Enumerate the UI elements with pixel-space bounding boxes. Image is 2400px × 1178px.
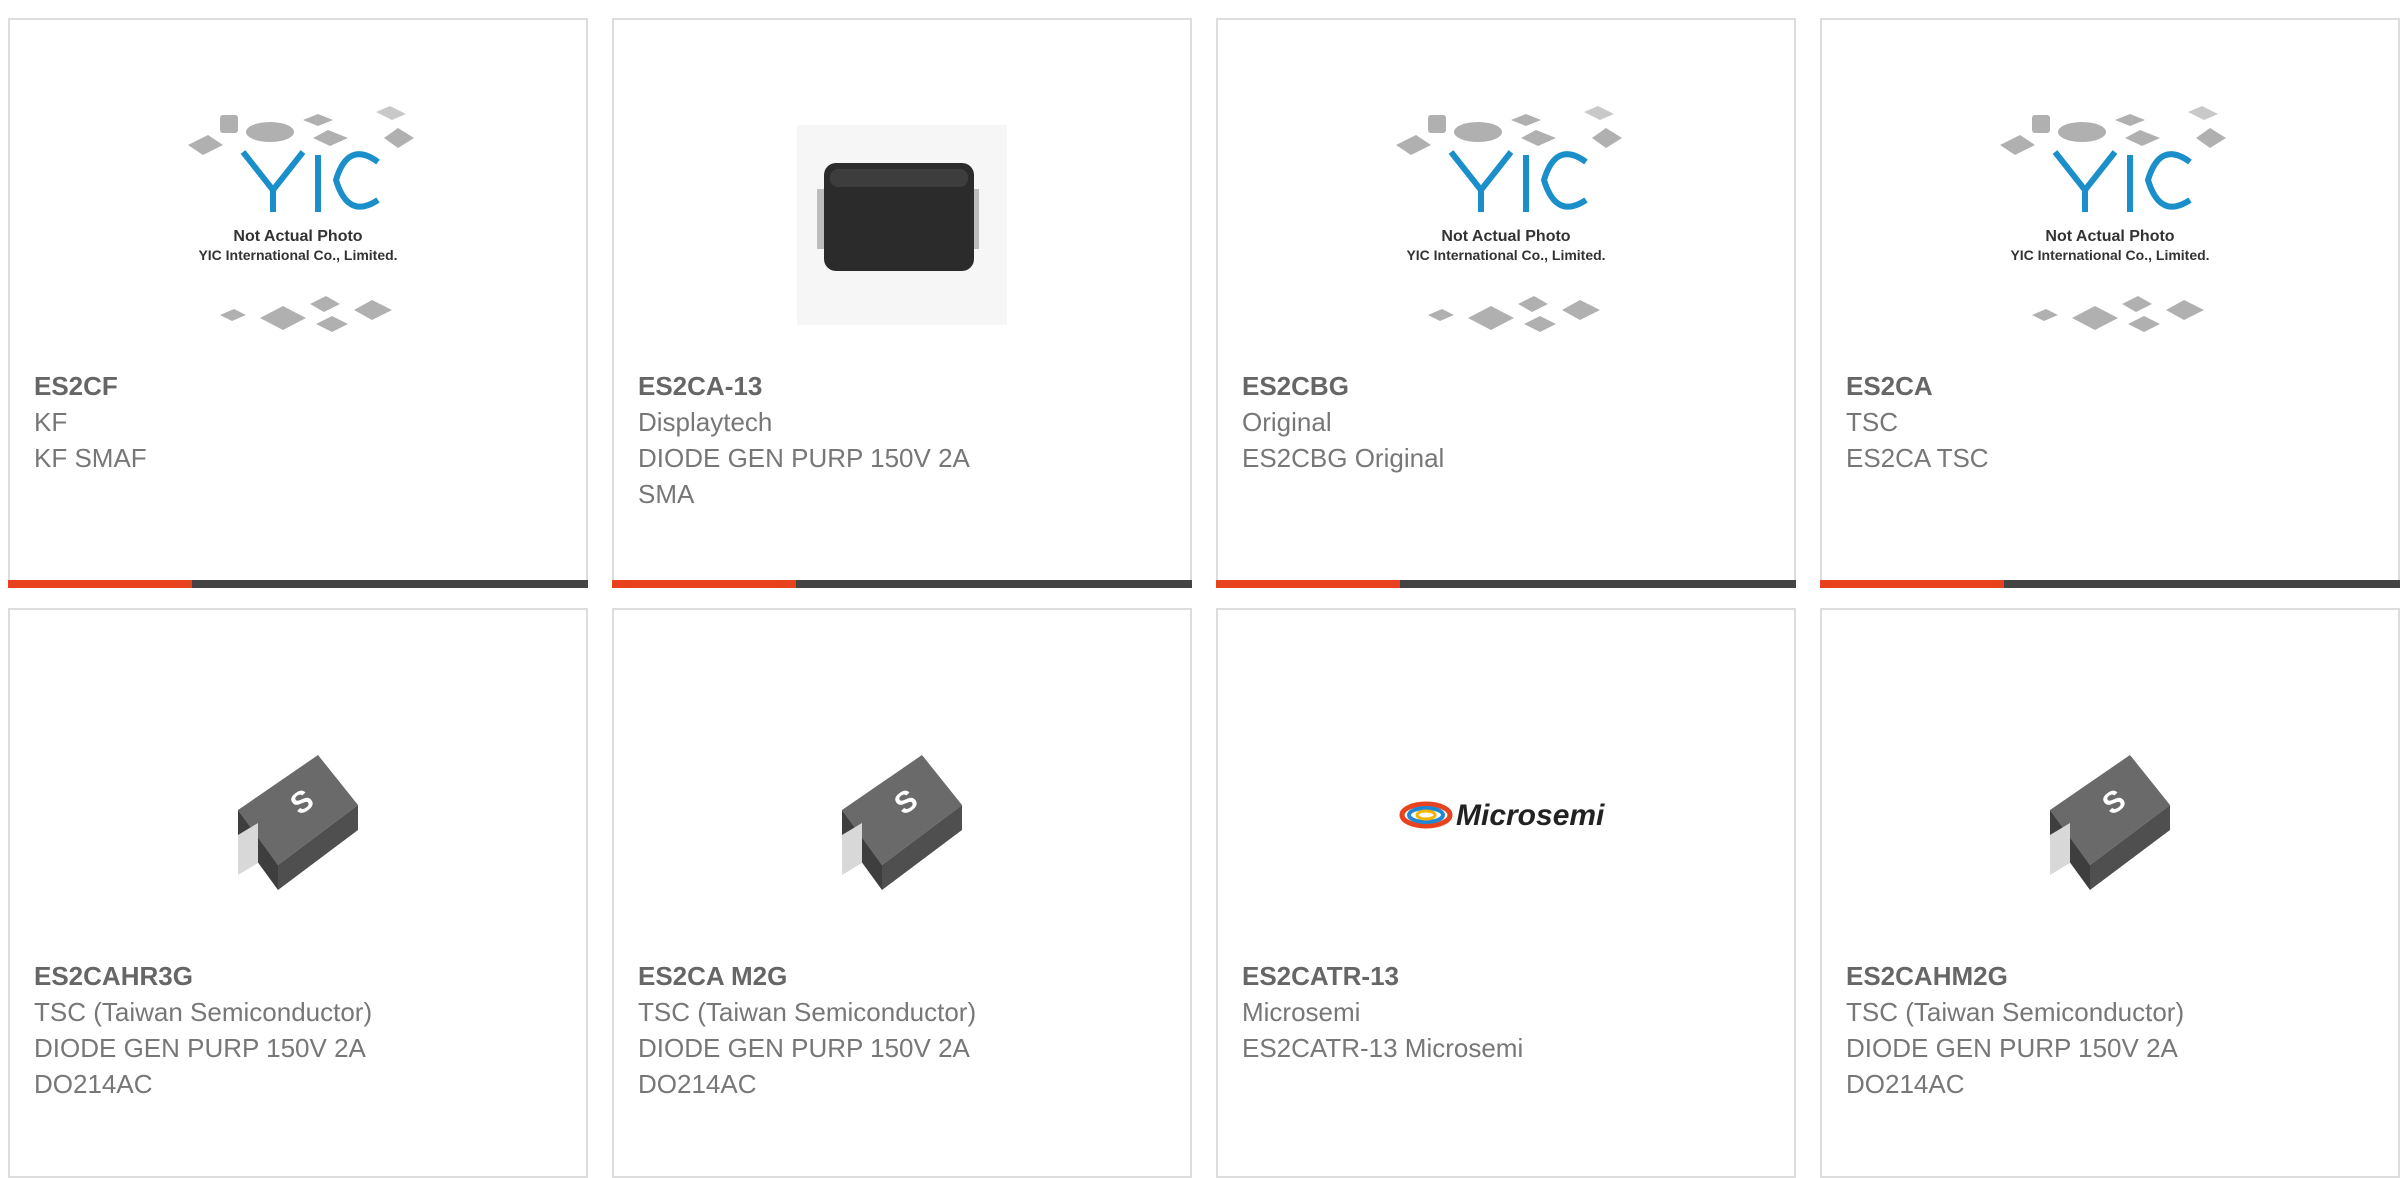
description: DIODE GEN PURP 150V 2A bbox=[34, 1033, 366, 1063]
svg-text:Not Actual Photo: Not Actual Photo bbox=[2045, 228, 2174, 245]
product-image[interactable]: S bbox=[10, 680, 586, 950]
manufacturer: TSC (Taiwan Semiconductor) bbox=[638, 997, 977, 1027]
product-card[interactable]: Not Actual Photo YIC International Co., … bbox=[1216, 18, 1796, 588]
part-number[interactable]: ES2CATR-13 bbox=[1242, 958, 1770, 994]
card-bottom-bar bbox=[612, 580, 1192, 588]
product-card[interactable]: ES2CA-13 Displaytech DIODE GEN PURP 150V… bbox=[612, 18, 1192, 588]
product-card[interactable]: Not Actual Photo YIC International Co., … bbox=[8, 18, 588, 588]
package: DO214AC bbox=[1846, 1069, 1965, 1099]
part-number[interactable]: ES2CAHR3G bbox=[34, 958, 562, 994]
card-accent bbox=[1820, 580, 2004, 588]
card-bottom-bar bbox=[8, 580, 588, 588]
product-image[interactable]: Not Actual Photo YIC International Co., … bbox=[1822, 90, 2398, 360]
description: ES2CATR-13 Microsemi bbox=[1242, 1033, 1524, 1063]
description: DIODE GEN PURP 150V 2A bbox=[638, 1033, 970, 1063]
manufacturer: TSC (Taiwan Semiconductor) bbox=[1846, 997, 2185, 1027]
product-card[interactable]: S ES2CA M2G TSC (Taiwan Semiconductor) D… bbox=[612, 608, 1192, 1178]
sma-diode-icon bbox=[797, 125, 1007, 325]
svg-text:YIC International Co., Limited: YIC International Co., Limited. bbox=[198, 247, 397, 263]
part-number[interactable]: ES2CA-13 bbox=[638, 368, 1166, 404]
manufacturer: Original bbox=[1242, 407, 1332, 437]
svg-text:Microsemi: Microsemi bbox=[1456, 799, 1605, 832]
card-bottom-bar bbox=[1820, 580, 2400, 588]
tsc-diode-icon: S bbox=[238, 755, 358, 890]
part-number[interactable]: ES2CA M2G bbox=[638, 958, 1166, 994]
part-number[interactable]: ES2CA bbox=[1846, 368, 2374, 404]
description: DIODE GEN PURP 150V 2A bbox=[1846, 1033, 2178, 1063]
yic-logo-icon bbox=[2052, 150, 2192, 212]
svg-text:Not Actual Photo: Not Actual Photo bbox=[233, 228, 362, 245]
svg-text:Not Actual Photo: Not Actual Photo bbox=[1441, 228, 1570, 245]
svg-text:YIC International Co., Limited: YIC International Co., Limited. bbox=[2010, 247, 2209, 263]
product-card[interactable]: Not Actual Photo YIC International Co., … bbox=[1820, 18, 2400, 588]
package: DO214AC bbox=[638, 1069, 757, 1099]
description: ES2CA TSC bbox=[1846, 443, 1989, 473]
manufacturer: Displaytech bbox=[638, 407, 773, 437]
microsemi-logo: Microsemi bbox=[1399, 799, 1605, 832]
product-image[interactable]: Microsemi bbox=[1218, 680, 1794, 950]
part-number[interactable]: ES2CAHM2G bbox=[1846, 958, 2374, 994]
product-card[interactable]: S ES2CAHR3G TSC (Taiwan Semiconductor) D… bbox=[8, 608, 588, 1178]
product-image[interactable]: Not Actual Photo YIC International Co., … bbox=[10, 90, 586, 360]
yic-placeholder-icon: Not Actual Photo YIC International Co., … bbox=[1396, 106, 1622, 332]
manufacturer: KF bbox=[34, 407, 68, 437]
product-image[interactable] bbox=[614, 90, 1190, 360]
description: KF SMAF bbox=[34, 443, 147, 473]
card-accent bbox=[612, 580, 796, 588]
manufacturer: TSC bbox=[1846, 407, 1898, 437]
tsc-diode-icon: S bbox=[2050, 755, 2170, 890]
part-number[interactable]: ES2CBG bbox=[1242, 368, 1770, 404]
description: ES2CBG Original bbox=[1242, 443, 1445, 473]
manufacturer: Microsemi bbox=[1242, 997, 1361, 1027]
part-number[interactable]: ES2CF bbox=[34, 368, 562, 404]
product-card[interactable]: S ES2CAHM2G TSC (Taiwan Semiconductor) D… bbox=[1820, 608, 2400, 1178]
product-card[interactable]: Microsemi ES2CATR-13 Microsemi ES2CATR-1… bbox=[1216, 608, 1796, 1178]
svg-text:YIC International Co., Limited: YIC International Co., Limited. bbox=[1406, 247, 1605, 263]
card-accent bbox=[8, 580, 192, 588]
manufacturer: TSC (Taiwan Semiconductor) bbox=[34, 997, 373, 1027]
card-bottom-bar bbox=[1216, 580, 1796, 588]
tsc-diode-icon: S bbox=[842, 755, 962, 890]
card-accent bbox=[1216, 580, 1400, 588]
description: DIODE GEN PURP 150V 2A SMA bbox=[638, 443, 969, 509]
yic-logo-icon bbox=[1448, 150, 1588, 212]
package: DO214AC bbox=[34, 1069, 153, 1099]
yic-placeholder-icon: Not Actual Photo YIC International Co., … bbox=[2000, 106, 2226, 332]
yic-placeholder-icon: Not Actual Photo YIC International Co., … bbox=[188, 106, 414, 332]
product-image[interactable]: Not Actual Photo YIC International Co., … bbox=[1218, 90, 1794, 360]
yic-logo-icon bbox=[240, 150, 380, 212]
product-image[interactable]: S bbox=[1822, 680, 2398, 950]
product-image[interactable]: S bbox=[614, 680, 1190, 950]
